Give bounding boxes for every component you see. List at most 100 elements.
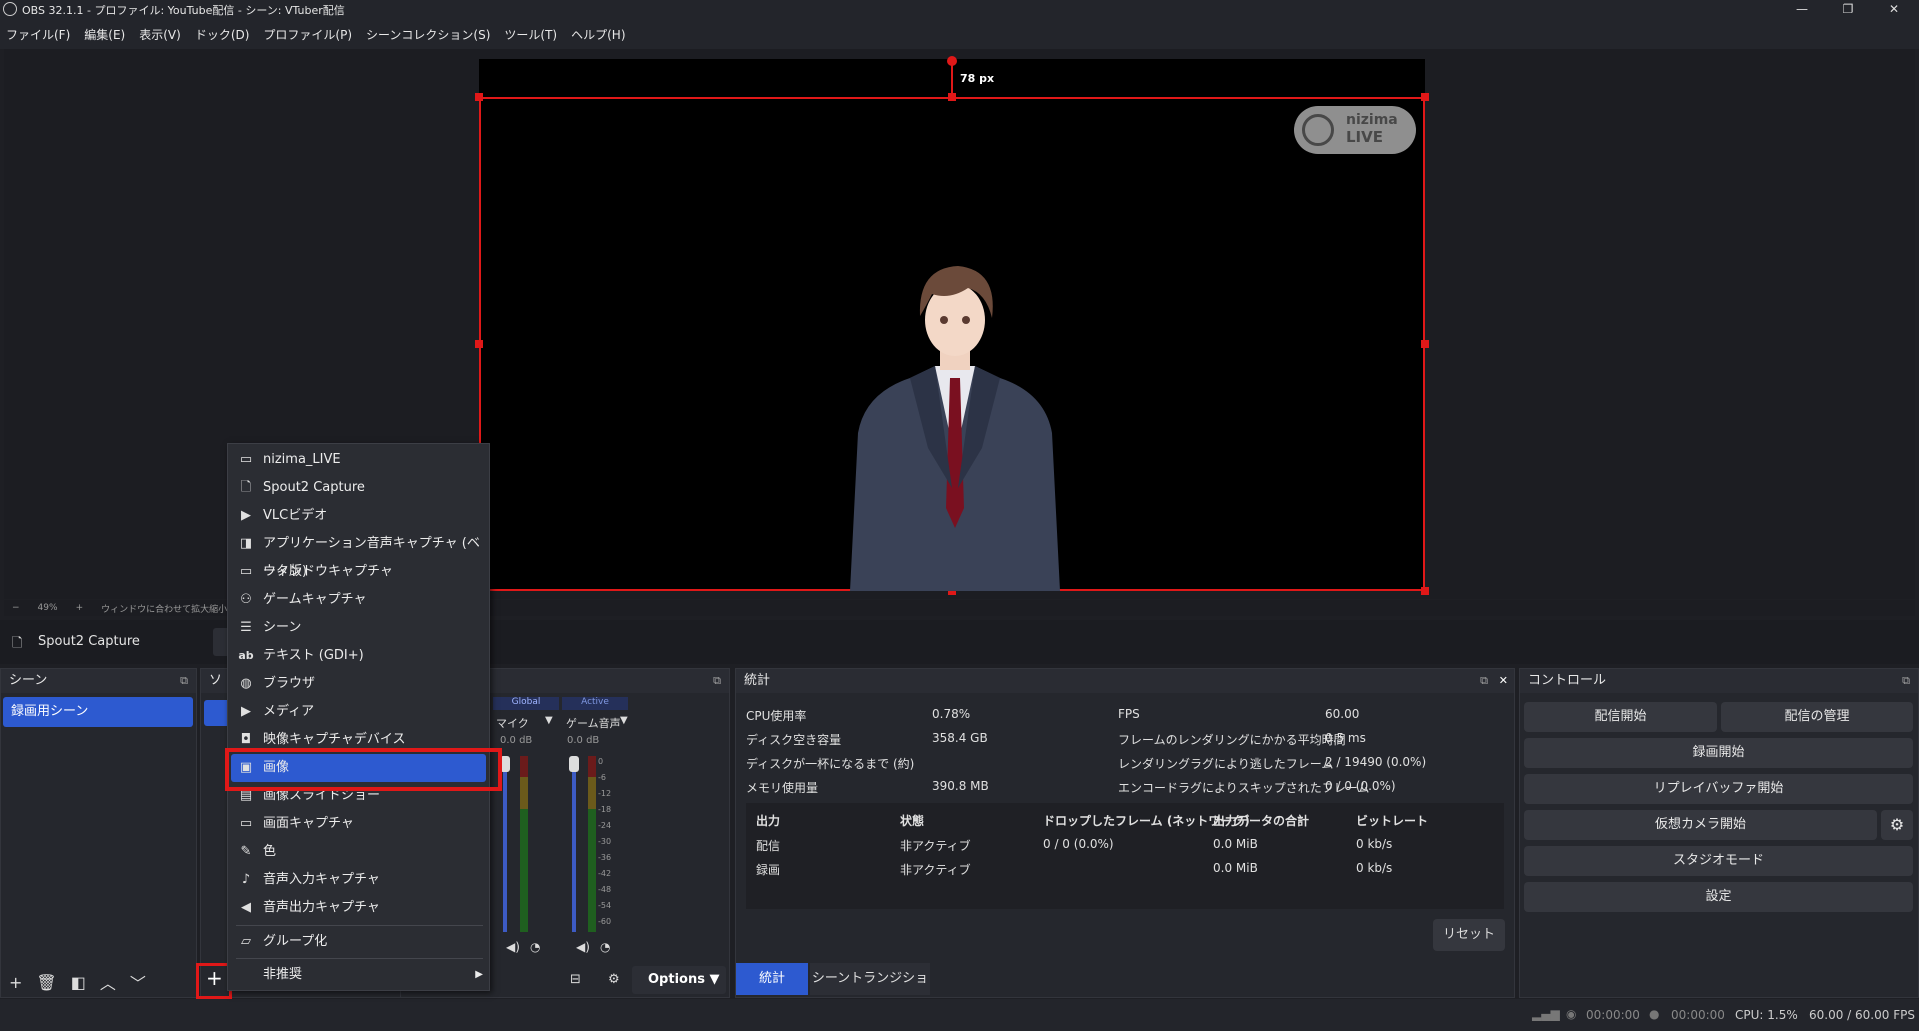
menu-item-group[interactable]: ▱ グループ化 bbox=[228, 928, 491, 956]
undock-icon[interactable]: ⧉ bbox=[1480, 669, 1488, 693]
add-source-menu: ▭ nizima_LIVE 🗋 Spout2 Capture ▶ VLCビデオ ◨ アプ… bbox=[227, 443, 490, 991]
menu-item-label: 音声入力キャプチャ bbox=[263, 872, 380, 887]
speaker-icon[interactable]: ◀) bbox=[576, 940, 590, 954]
resize-handle[interactable] bbox=[948, 93, 956, 101]
menu-edit[interactable]: 編集(E) bbox=[84, 26, 125, 43]
zoom-level: 49% bbox=[37, 603, 58, 613]
channel-menu-icon[interactable]: ▼ bbox=[545, 715, 553, 726]
selected-source-label: Spout2 Capture bbox=[38, 634, 140, 649]
menu-item[interactable]: ◍ ブラウザ bbox=[228, 670, 491, 698]
reset-button[interactable]: リセット bbox=[1433, 919, 1505, 951]
menu-profile[interactable]: プロファイル(P) bbox=[263, 26, 352, 43]
resize-handle[interactable] bbox=[1421, 93, 1429, 101]
resize-handle[interactable] bbox=[1421, 587, 1429, 595]
resize-handle[interactable] bbox=[1421, 340, 1429, 348]
menu-item-label: Spout2 Capture bbox=[263, 480, 365, 495]
resize-handle[interactable] bbox=[475, 340, 483, 348]
list-icon: ☰ bbox=[240, 620, 252, 635]
headphones-icon[interactable]: ◔ bbox=[530, 940, 540, 954]
volume-slider-handle[interactable] bbox=[569, 756, 579, 772]
network-icon: ▂▄▆ bbox=[1532, 1007, 1560, 1021]
menu-item-deprecated[interactable]: 非推奨 ▶ bbox=[228, 961, 491, 989]
mixer-tab-active[interactable]: Active bbox=[562, 697, 628, 710]
stat-label: フレームのレンダリングにかかる平均時間 bbox=[1118, 733, 1346, 747]
move-up-icon[interactable]: ︿ bbox=[100, 970, 116, 994]
menu-item[interactable]: ☰ シーン bbox=[228, 614, 491, 642]
start-virtual-camera-button[interactable]: 仮想カメラ開始 bbox=[1524, 810, 1877, 840]
fps-readout: 60.00 / 60.00 FPS bbox=[1809, 1008, 1915, 1022]
crop-guide-handle[interactable] bbox=[947, 56, 957, 66]
undock-icon[interactable]: ⧉ bbox=[180, 669, 188, 693]
menu-item[interactable]: ♪ 音声入力キャプチャ bbox=[228, 866, 491, 894]
studio-mode-button[interactable]: スタジオモード bbox=[1524, 846, 1913, 876]
close-button[interactable]: ✕ bbox=[1871, 0, 1917, 19]
table-header: 状態 bbox=[900, 814, 925, 828]
menu-item[interactable]: ◀ 音声出力キャプチャ bbox=[228, 894, 491, 922]
settings-button[interactable]: 設定 bbox=[1524, 882, 1913, 912]
stat-value: 390.8 MB bbox=[932, 779, 989, 793]
db-tick: -48 bbox=[598, 885, 612, 894]
stat-label: メモリ使用量 bbox=[746, 781, 819, 795]
speaker-icon[interactable]: ◀) bbox=[506, 940, 520, 954]
fit-window-button[interactable]: ウィンドウに合わせて拡大縮小 bbox=[101, 602, 227, 615]
menu-item-label: テキスト (GDI+) bbox=[263, 648, 364, 663]
menu-item[interactable]: ✎ 色 bbox=[228, 838, 491, 866]
add-scene-icon[interactable]: + bbox=[9, 973, 22, 992]
undock-icon[interactable]: ⧉ bbox=[713, 669, 721, 693]
menu-item[interactable]: ▶ メディア bbox=[228, 698, 491, 726]
menu-dock[interactable]: ドック(D) bbox=[195, 26, 250, 43]
menu-scene-collection[interactable]: シーンコレクション(S) bbox=[366, 26, 490, 43]
menu-item[interactable]: ◨ アプリケーション音声キャプチャ (ベータ版) bbox=[228, 530, 491, 579]
zoom-in-button[interactable]: + bbox=[76, 603, 84, 613]
menu-item[interactable]: ab テキスト (GDI+) bbox=[228, 642, 491, 670]
channel-name: ゲーム音声 bbox=[566, 717, 621, 730]
db-tick: -30 bbox=[598, 837, 612, 846]
tab-stats[interactable]: 統計 bbox=[736, 963, 808, 995]
tab-scene-transitions[interactable]: シーントランジション bbox=[810, 963, 930, 1018]
menu-view[interactable]: 表示(V) bbox=[139, 26, 181, 43]
mixer-settings-icon[interactable]: ⚙ bbox=[608, 972, 620, 987]
menu-item[interactable]: ▭ nizima_LIVE bbox=[228, 446, 491, 474]
menu-item-label: ブラウザ bbox=[263, 676, 316, 691]
start-recording-button[interactable]: 録画開始 bbox=[1524, 738, 1913, 768]
watermark-text-2: LIVE bbox=[1346, 128, 1383, 146]
chevron-down-icon: ▼ bbox=[709, 972, 720, 987]
menu-tools[interactable]: ツール(T) bbox=[504, 26, 557, 43]
file-icon: 🗋 bbox=[12, 636, 23, 651]
add-source-icon[interactable]: + bbox=[206, 966, 223, 990]
scene-filters-icon[interactable]: ◧ bbox=[71, 973, 86, 992]
stats-title: 統計 bbox=[744, 673, 771, 688]
channel-volume: 0.0 dB bbox=[500, 735, 533, 746]
menu-item[interactable]: ⚇ ゲームキャプチャ bbox=[228, 586, 491, 614]
mixer-tab-global[interactable]: Global bbox=[493, 697, 559, 710]
minimize-button[interactable]: — bbox=[1779, 0, 1825, 19]
resize-handle[interactable] bbox=[475, 93, 483, 101]
move-down-icon[interactable]: ﹀ bbox=[130, 970, 146, 994]
menu-file[interactable]: ファイル(F) bbox=[6, 26, 70, 43]
menu-item[interactable]: ▶ VLCビデオ bbox=[228, 502, 491, 530]
play-icon: ▶ bbox=[241, 704, 251, 719]
menu-item[interactable]: ▭ ウィンドウキャプチャ bbox=[228, 558, 491, 586]
volume-slider-track[interactable] bbox=[572, 756, 576, 932]
close-icon[interactable]: ✕ bbox=[1499, 669, 1508, 693]
maximize-button[interactable]: ❐ bbox=[1825, 0, 1871, 19]
remove-scene-icon[interactable]: 🗑 bbox=[36, 973, 56, 992]
undock-icon[interactable]: ⧉ bbox=[1902, 669, 1910, 693]
menu-item[interactable]: 🗋 Spout2 Capture bbox=[228, 474, 491, 502]
start-replay-buffer-button[interactable]: リプレイバッファ開始 bbox=[1524, 774, 1913, 804]
menu-help[interactable]: ヘルプ(H) bbox=[571, 26, 625, 43]
volume-slider-track[interactable] bbox=[503, 756, 507, 932]
start-streaming-button[interactable]: 配信開始 bbox=[1524, 702, 1717, 732]
scene-item[interactable]: 録画用シーン bbox=[3, 697, 193, 727]
stat-value: 2 / 19490 (0.0%) bbox=[1325, 755, 1427, 769]
manage-broadcast-button[interactable]: 配信の管理 bbox=[1721, 702, 1913, 732]
headphones-icon[interactable]: ◔ bbox=[600, 940, 610, 954]
zoom-out-button[interactable]: − bbox=[12, 603, 20, 613]
mixer-options-button[interactable]: Options ▼ bbox=[632, 966, 726, 994]
channel-menu-icon[interactable]: ▼ bbox=[620, 715, 628, 726]
mixer-layout-icon[interactable]: ⊟ bbox=[570, 972, 581, 987]
menu-item[interactable]: ▭ 画面キャプチャ bbox=[228, 810, 491, 838]
virtual-camera-settings-icon[interactable]: ⚙ bbox=[1881, 810, 1913, 840]
mic-icon: ♪ bbox=[241, 872, 251, 887]
db-tick: -54 bbox=[598, 901, 612, 910]
